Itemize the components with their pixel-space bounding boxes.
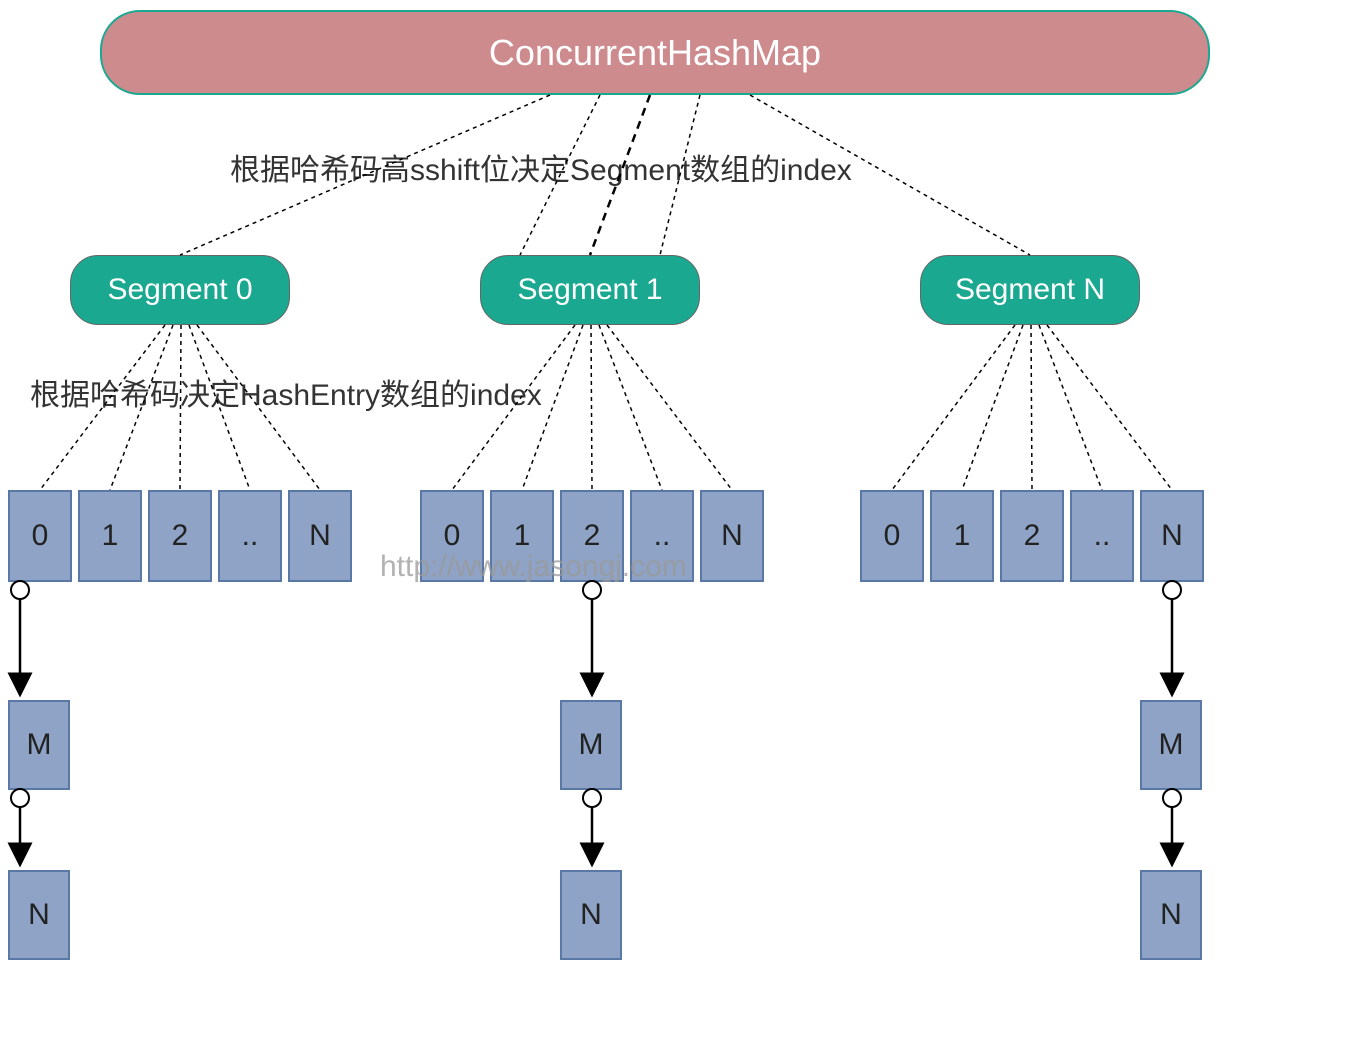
array-group-2: 0 1 2 .. N xyxy=(860,490,1204,582)
array-cell: N xyxy=(288,490,352,582)
segment-1-label: Segment 1 xyxy=(517,273,662,307)
segment-n-label: Segment N xyxy=(955,273,1105,307)
segment-0: Segment 0 xyxy=(70,255,290,325)
array-cell: 2 xyxy=(1000,490,1064,582)
segment-1: Segment 1 xyxy=(480,255,700,325)
array-cell: 2 xyxy=(148,490,212,582)
root-title: ConcurrentHashMap xyxy=(489,32,821,74)
entry-index-label: 根据哈希码决定HashEntry数组的index xyxy=(30,370,542,414)
segment-n: Segment N xyxy=(920,255,1140,325)
root-node: ConcurrentHashMap xyxy=(100,10,1210,95)
array-cell: .. xyxy=(1070,490,1134,582)
array-cell: 1 xyxy=(930,490,994,582)
chain-node-g2-m: M xyxy=(1140,700,1202,790)
segment-index-label: 根据哈希码高sshift位决定Segment数组的index xyxy=(230,145,852,189)
array-cell: 0 xyxy=(860,490,924,582)
segment-0-label: Segment 0 xyxy=(107,273,252,307)
chain-node-g0-m: M xyxy=(8,700,70,790)
chain-node-g2-n: N xyxy=(1140,870,1202,960)
chain-node-g0-n: N xyxy=(8,870,70,960)
array-cell: .. xyxy=(218,490,282,582)
array-group-0: 0 1 2 .. N xyxy=(8,490,352,582)
array-cell: N xyxy=(700,490,764,582)
watermark: http://www.jasongj.com xyxy=(380,550,687,584)
array-cell: N xyxy=(1140,490,1204,582)
chain-node-g1-m: M xyxy=(560,700,622,790)
chain-node-g1-n: N xyxy=(560,870,622,960)
array-cell: 0 xyxy=(8,490,72,582)
array-cell: 1 xyxy=(78,490,142,582)
